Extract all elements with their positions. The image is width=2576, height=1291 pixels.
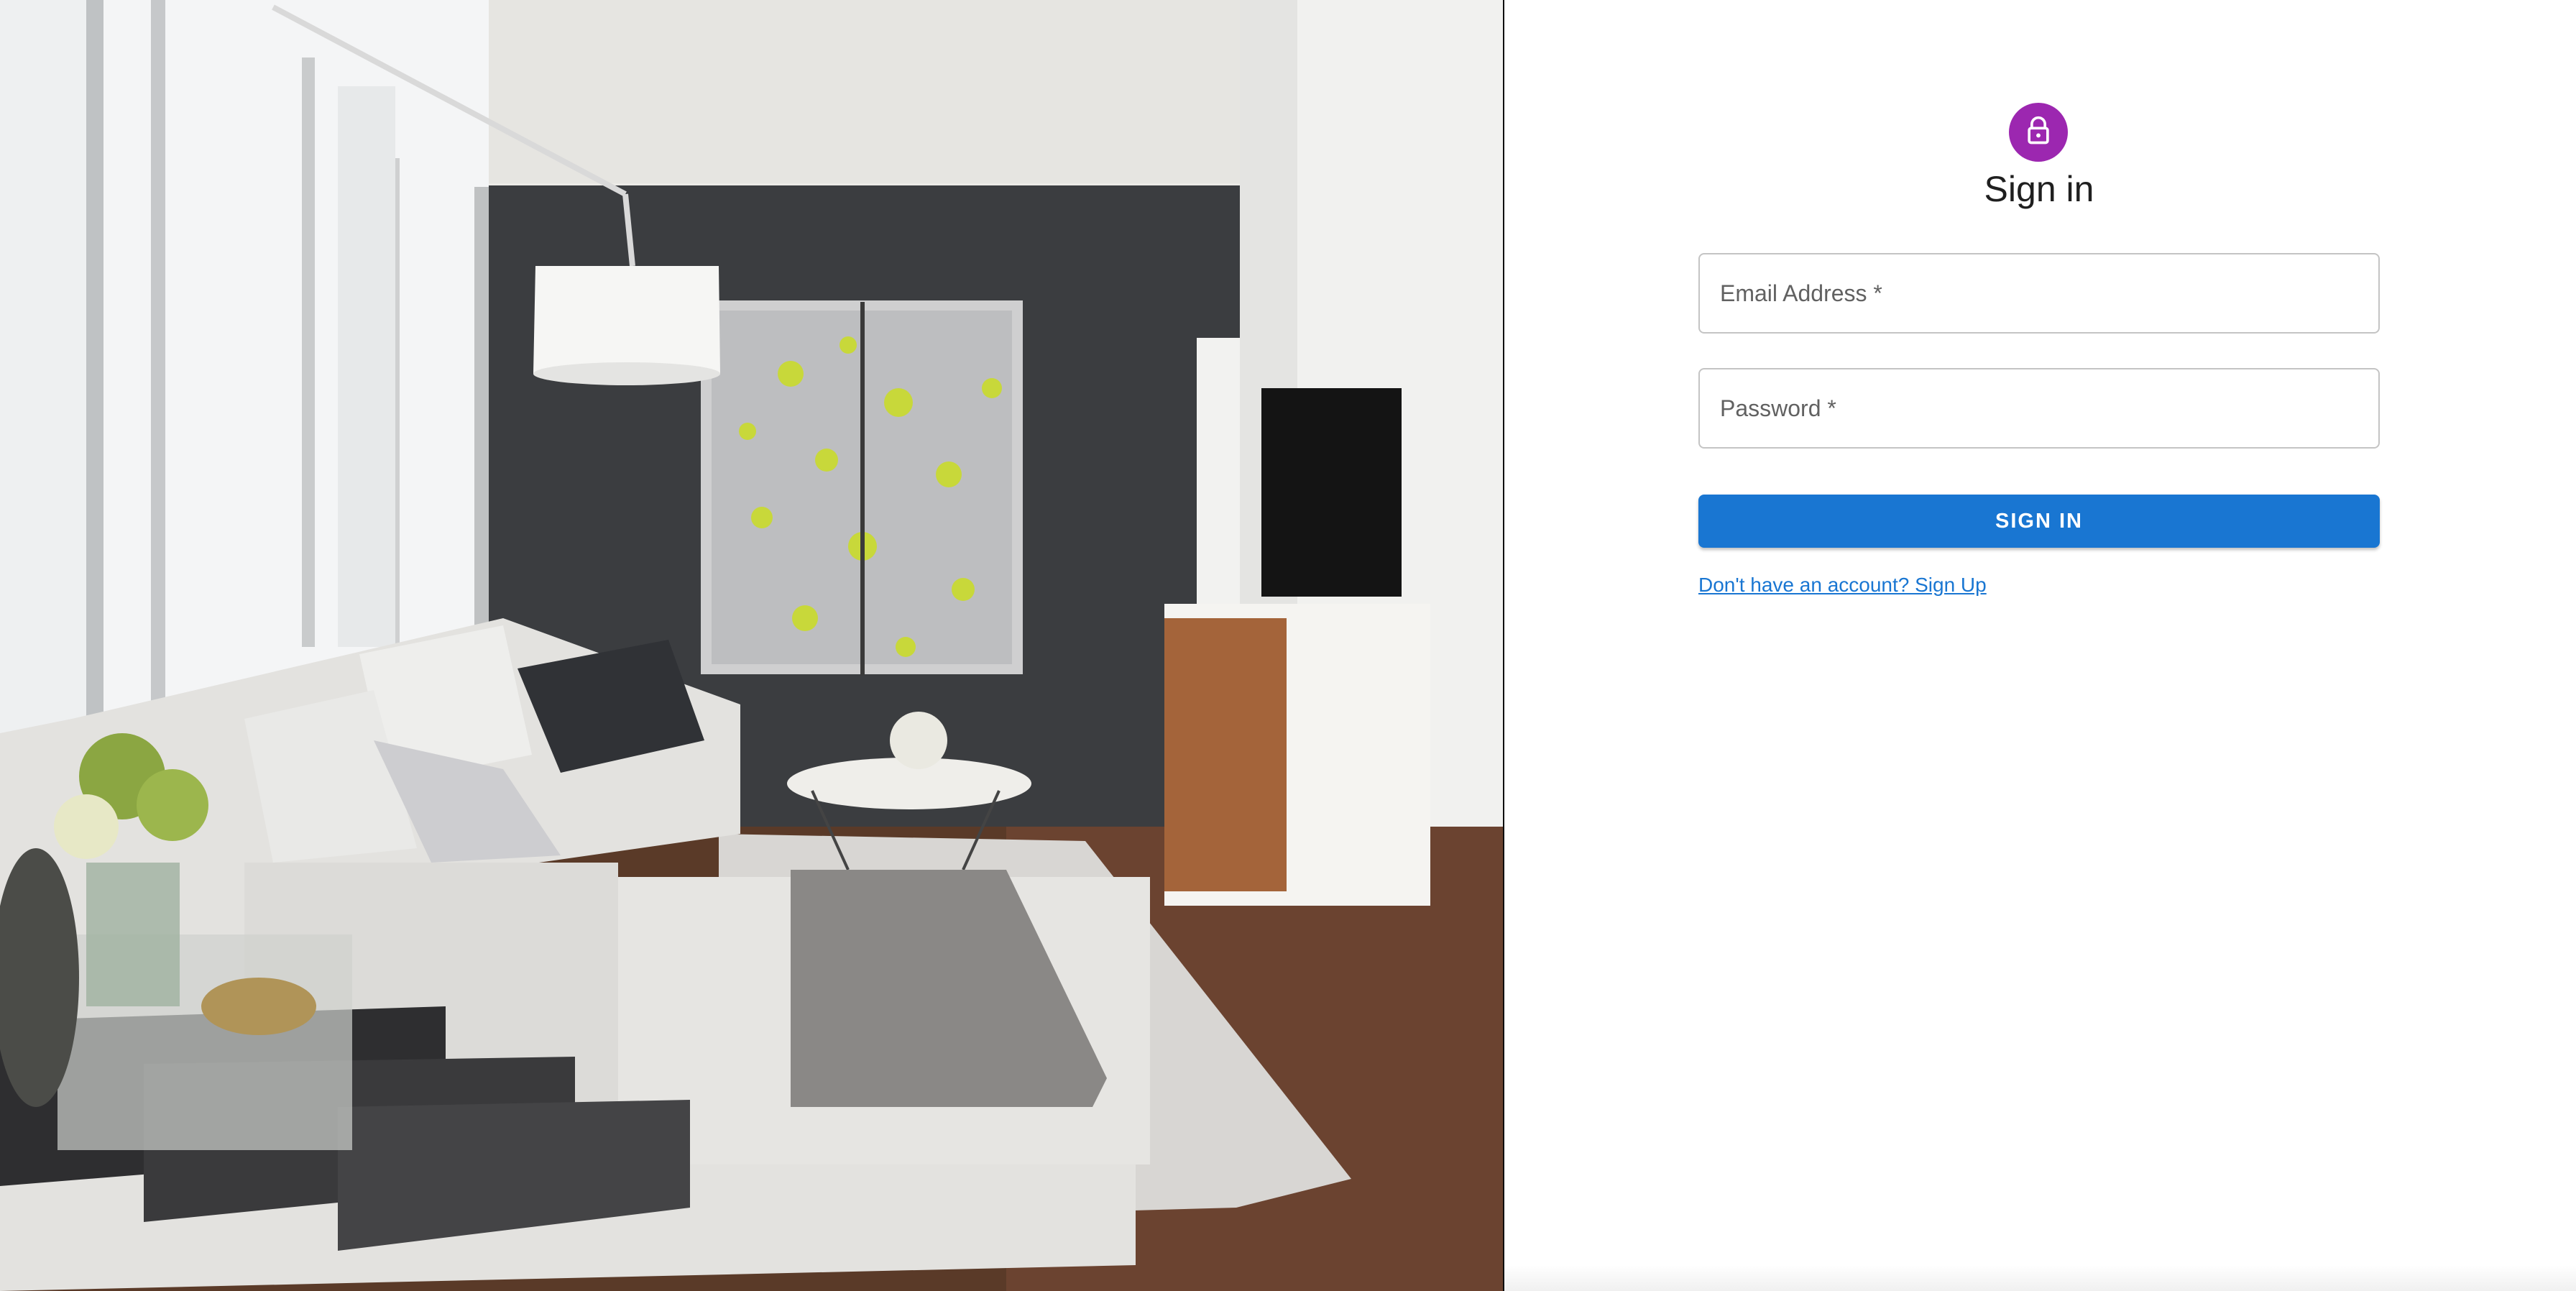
living-room-illustration <box>0 0 1503 1291</box>
hero-image <box>0 0 1503 1291</box>
email-input[interactable] <box>1700 254 2378 332</box>
password-field[interactable] <box>1698 368 2380 449</box>
sign-up-link[interactable]: Don't have an account? Sign Up <box>1698 574 1987 597</box>
page-title: Sign in <box>1984 169 2094 209</box>
lock-avatar <box>2009 103 2068 162</box>
lock-icon <box>2023 115 2054 150</box>
panel-bottom-shadow <box>1504 1265 2576 1291</box>
sign-in-button[interactable]: SIGN IN <box>1698 495 2380 548</box>
password-input[interactable] <box>1700 369 2378 447</box>
email-field[interactable] <box>1698 253 2380 334</box>
signin-page: Sign in SIGN IN Don't have an account? S… <box>0 0 2576 1291</box>
